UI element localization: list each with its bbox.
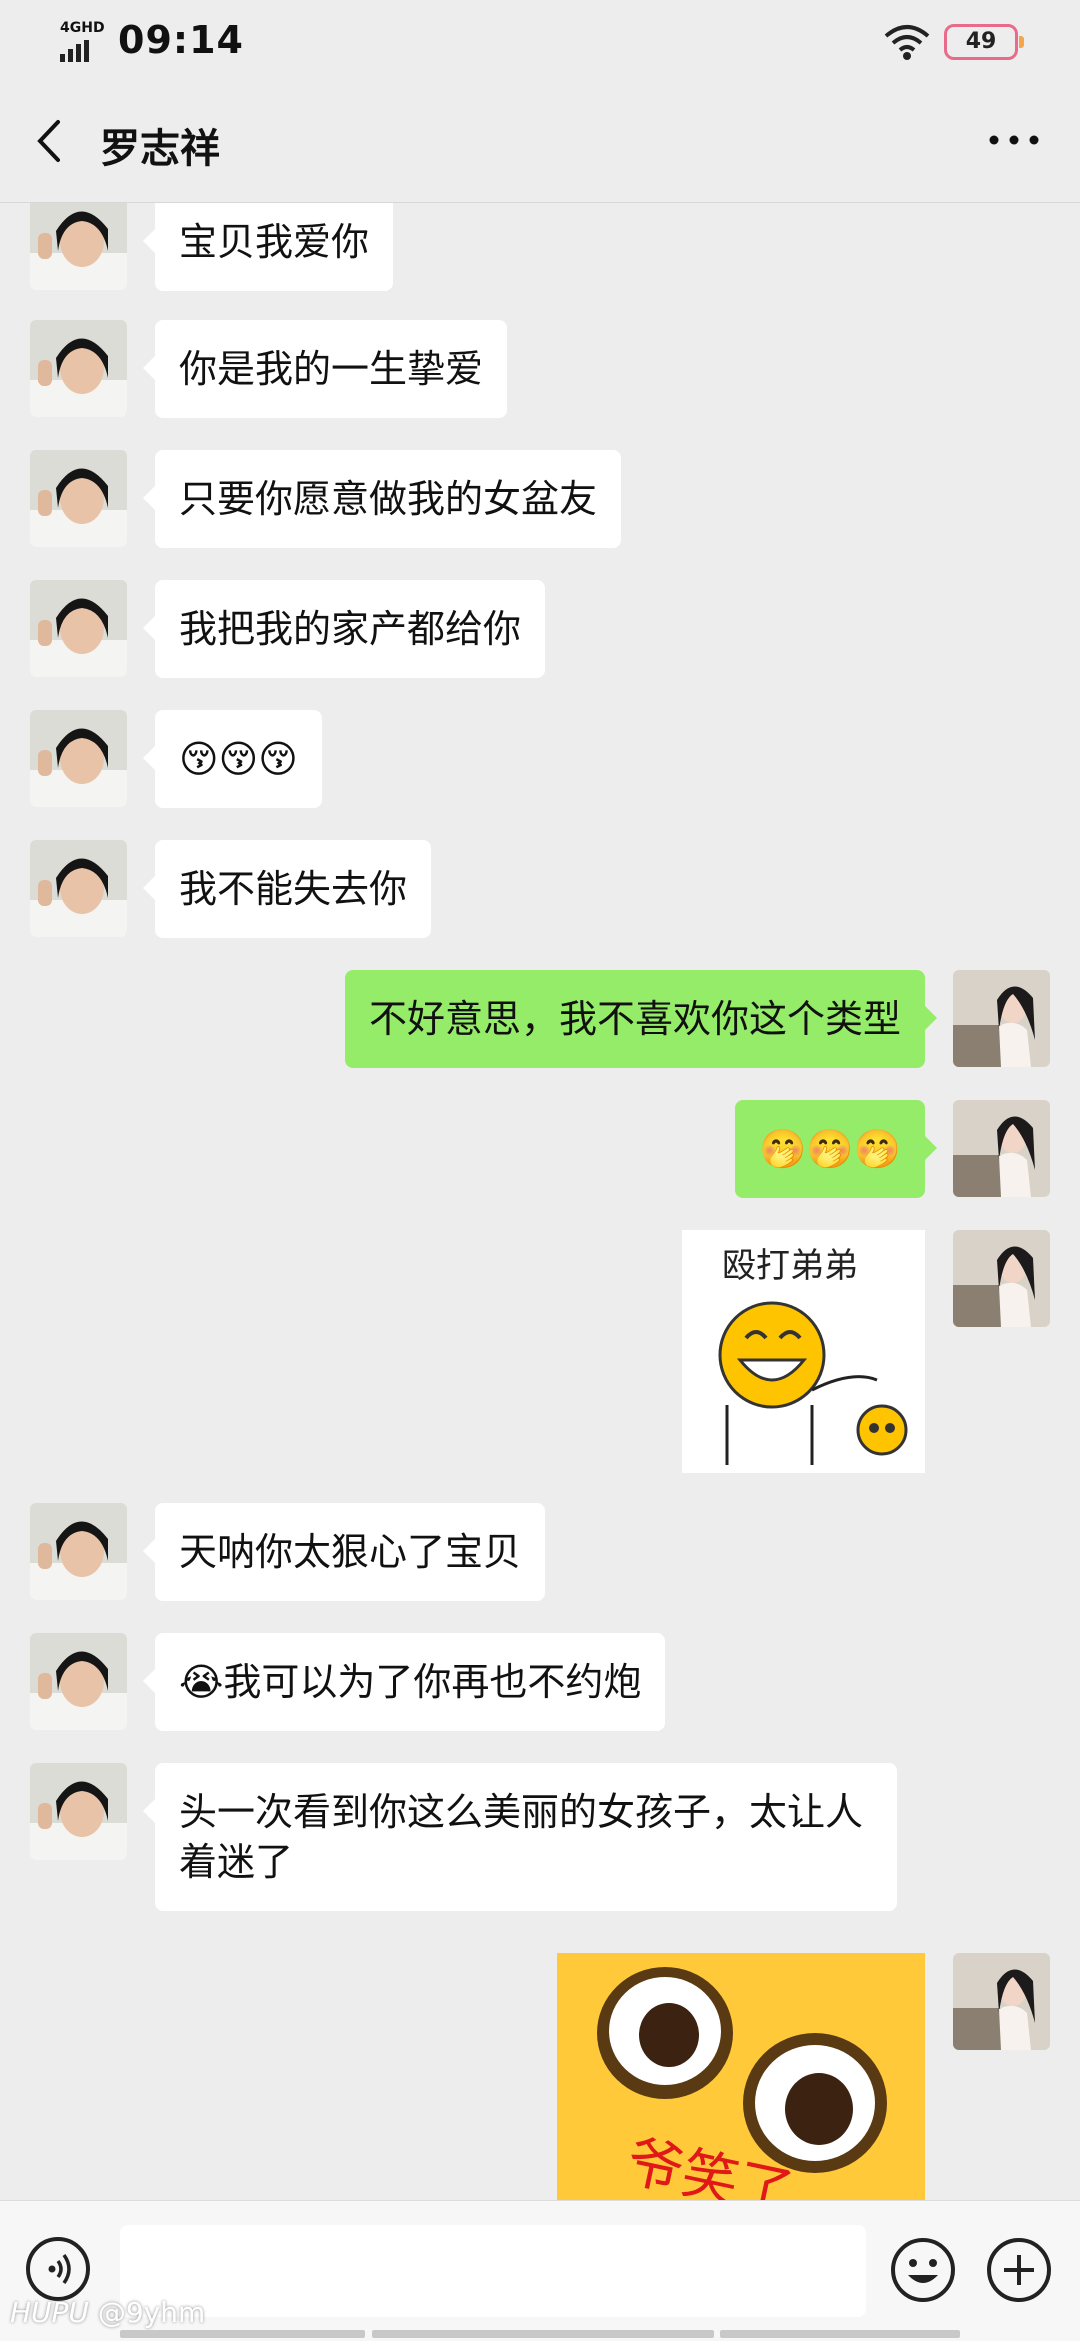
signal-indicator: 4GHD [58,20,108,62]
plus-icon[interactable] [986,2237,1052,2303]
signal-icon [60,40,92,62]
network-type: 4GHD [60,20,105,36]
self-avatar[interactable] [953,970,1050,1067]
sticker-image[interactable]: 殴打弟弟 [682,1230,925,1473]
message-bubble[interactable]: 天呐你太狠心了宝贝 [142,1503,546,1601]
sticker-image[interactable]: 爷笑了 [557,1953,925,2203]
self-avatar[interactable] [953,1953,1050,2050]
contact-avatar[interactable] [30,710,127,807]
contact-avatar[interactable] [30,1763,127,1860]
status-time: 09:14 [118,18,244,62]
contact-avatar[interactable] [30,320,127,417]
chevron-left-icon[interactable] [30,116,70,166]
message-bubble[interactable]: 😭我可以为了你再也不约炮 [142,1633,666,1731]
watermark-brand: HUPU [10,2296,89,2329]
sticker-caption: 殴打弟弟 [722,1246,858,1286]
self-avatar[interactable] [953,1100,1050,1197]
status-bar: 4GHD 09:14 49 [0,0,1080,80]
message-bubble[interactable]: 😚😚😚 [143,710,322,808]
message-bubble[interactable]: 只要你愿意做我的女盆友 [142,450,622,548]
message-input[interactable] [120,2225,866,2317]
message-bubble[interactable]: 我不能失去你 [142,840,432,938]
message-bubble[interactable]: 宝贝我爱你 [142,203,394,291]
message-bubble[interactable]: 我把我的家产都给你 [142,580,546,678]
message-bubble[interactable]: 头一次看到你这么美丽的女孩子，太让人着迷了 [143,1763,897,1911]
message-bubble[interactable]: 你是我的一生挚爱 [142,320,508,418]
contact-avatar[interactable] [30,1503,127,1600]
contact-avatar[interactable] [30,840,127,937]
watermark-handle: @9yhm [97,2296,206,2329]
chat-header: 罗志祥 [0,80,1080,203]
voice-icon[interactable] [26,2237,90,2301]
more-dots-icon[interactable] [984,120,1044,160]
watermark: HUPU @9yhm [10,2296,205,2329]
emoji-icon[interactable] [890,2237,956,2303]
battery-indicator: 49 [944,24,1024,60]
wifi-icon [882,22,932,62]
contact-avatar[interactable] [30,1633,127,1730]
self-avatar[interactable] [953,1230,1050,1327]
system-nav-bar [0,2328,1080,2340]
message-bubble[interactable]: 🤭🤭🤭 [735,1100,937,1198]
message-bubble[interactable]: 不好意思，我不喜欢你这个类型 [344,970,938,1068]
chat-title: 罗志祥 [100,126,220,172]
contact-avatar[interactable] [30,203,127,290]
contact-avatar[interactable] [30,450,127,547]
contact-avatar[interactable] [30,580,127,677]
chat-area[interactable]: 宝贝我爱你 你是我的一生挚爱 只要你愿意做我的女盆友 我把我的家产都给你 😚😚😚… [0,203,1080,2203]
